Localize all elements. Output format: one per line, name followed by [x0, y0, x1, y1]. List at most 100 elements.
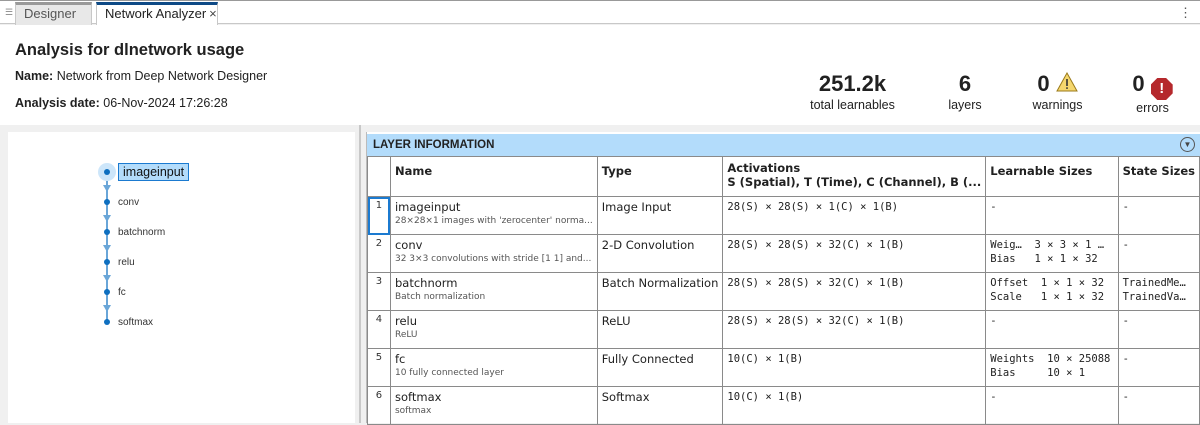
layer-name: relu [394, 314, 418, 328]
layer-name-cell[interactable]: conv 32 3×3 convolutions with stride [1 1… [389, 234, 598, 273]
graph-node-relu[interactable]: relu [118, 257, 135, 268]
learnable-sizes-cell[interactable]: - [985, 310, 1119, 349]
stat-errors[interactable]: 0 ! errors [1120, 71, 1185, 116]
column-header-type[interactable]: Type [596, 156, 724, 197]
state-sizes-cell[interactable]: - [1117, 234, 1200, 273]
row-index[interactable]: 3 [367, 272, 391, 311]
state-sizes-cell[interactable]: - [1117, 386, 1200, 425]
layer-type-cell[interactable]: Image Input [596, 196, 724, 235]
layer-type-cell[interactable]: Softmax [596, 386, 724, 425]
collapse-chevron-icon[interactable]: ▼ [1180, 137, 1195, 152]
activations-cell[interactable]: 28(S) × 28(S) × 32(C) × 1(B) [722, 234, 987, 273]
stat-warnings[interactable]: 0 warnings [1025, 71, 1090, 113]
row-index[interactable]: 6 [367, 386, 391, 425]
column-header-index[interactable] [367, 156, 391, 197]
tab-designer[interactable]: Designer [15, 2, 92, 25]
column-header-activations[interactable]: Activations S (Spatial), T (Time), C (Cha… [722, 156, 987, 197]
node-dot [104, 259, 110, 265]
activations-cell[interactable]: 28(S) × 28(S) × 32(C) × 1(B) [722, 272, 987, 311]
graph-node-batchnorm[interactable]: batchnorm [118, 227, 165, 238]
layer-type-cell[interactable]: 2-D Convolution [596, 234, 724, 273]
arrow-icon [103, 245, 111, 252]
layer-name-cell[interactable]: imageinput 28×28×1 images with 'zerocente… [389, 196, 598, 235]
activations-cell[interactable]: 28(S) × 28(S) × 1(C) × 1(B) [722, 196, 987, 235]
row-index[interactable]: 4 [367, 310, 391, 349]
date-label: Analysis date: [15, 96, 100, 110]
learnable-sizes-cell[interactable]: Offset 1 × 1 × 32 Scale 1 × 1 × 32 [985, 272, 1119, 311]
stat-layers: 6 layers [935, 71, 995, 113]
grip-icon[interactable]: ☰ [5, 7, 13, 18]
stat-label: total learnables [810, 98, 895, 112]
panel-splitter[interactable] [359, 125, 361, 423]
graph-node-conv[interactable]: conv [118, 197, 139, 208]
activations-cell[interactable]: 10(C) × 1(B) [722, 348, 987, 387]
row-index[interactable]: 2 [367, 234, 391, 273]
stat-value: 6 [958, 71, 972, 96]
state-sizes-cell[interactable]: TrainedMe… TrainedVa… [1117, 272, 1200, 311]
layer-name: imageinput [394, 200, 461, 214]
column-header-learnable-sizes[interactable]: Learnable Sizes [985, 156, 1119, 197]
layer-name-cell[interactable]: fc 10 fully connected layer [389, 348, 598, 387]
name-value: Network from Deep Network Designer [56, 69, 268, 83]
state-sizes-cell[interactable]: - [1117, 196, 1200, 235]
node-dot [104, 229, 110, 235]
table-row[interactable]: 4 relu ReLU ReLU 28(S) × 28(S) × 32(C) × … [367, 310, 1200, 349]
layer-name-cell[interactable]: softmax softmax [389, 386, 598, 425]
state-sizes-cell[interactable]: - [1117, 310, 1200, 349]
section-title: LAYER INFORMATION [373, 139, 495, 151]
stat-value: 0 [1132, 71, 1145, 96]
activations-cell[interactable]: 10(C) × 1(B) [722, 386, 987, 425]
layer-name-cell[interactable]: batchnorm Batch normalization [389, 272, 598, 311]
stat-label: errors [1136, 101, 1169, 115]
graph-node-fc[interactable]: fc [118, 287, 126, 298]
stat-value: 251.2k [818, 71, 887, 96]
layer-description: Batch normalization [394, 292, 486, 302]
table-row[interactable]: 3 batchnorm Batch normalization Batch Nor… [367, 272, 1200, 311]
graph-node-softmax[interactable]: softmax [118, 317, 153, 328]
close-icon[interactable]: × [209, 6, 217, 21]
column-header-name[interactable]: Name [389, 156, 598, 197]
row-index[interactable]: 1 [367, 196, 391, 235]
column-header-state-sizes[interactable]: State Sizes [1117, 156, 1200, 197]
tab-bar: ☰ Designer Network Analyzer × ⋮ [0, 0, 1200, 26]
tab-label: Network Analyzer [105, 6, 207, 21]
more-options-icon[interactable]: ⋮ [1179, 5, 1192, 21]
node-dot [104, 199, 110, 205]
section-header[interactable]: LAYER INFORMATION ▼ [367, 134, 1200, 156]
table-row[interactable]: 5 fc 10 fully connected layer Fully Conne… [367, 348, 1200, 387]
state-sizes-cell[interactable]: - [1117, 348, 1200, 387]
table-row[interactable]: 2 conv 32 3×3 convolutions with stride [1… [367, 234, 1200, 273]
tab-network-analyzer[interactable]: Network Analyzer × [96, 2, 218, 26]
name-label: Name: [15, 69, 54, 83]
table-row[interactable]: 6 softmax softmax Softmax 10(C) × 1(B) - … [367, 386, 1200, 425]
arrow-icon [103, 215, 111, 222]
date-value: 06-Nov-2024 17:26:28 [103, 96, 228, 110]
activations-title: Activations [727, 161, 801, 175]
stat-learnables: 251.2k total learnables [800, 71, 905, 113]
arrow-icon [103, 305, 111, 312]
table-row[interactable]: 1 imageinput 28×28×1 images with 'zerocen… [367, 196, 1200, 235]
activations-cell[interactable]: 28(S) × 28(S) × 32(C) × 1(B) [722, 310, 987, 349]
layer-description: softmax [394, 406, 432, 416]
stat-label: warnings [1032, 98, 1083, 112]
row-index[interactable]: 5 [367, 348, 391, 387]
arrow-icon [103, 185, 111, 192]
learnable-sizes-cell[interactable]: - [985, 386, 1119, 425]
layer-name-cell[interactable]: relu ReLU [389, 310, 598, 349]
learnable-sizes-cell[interactable]: Weig… 3 × 3 × 1 … Bias 1 × 1 × 32 [985, 234, 1119, 273]
error-icon: ! [1150, 78, 1173, 100]
node-dot [104, 289, 110, 295]
layer-description: 10 fully connected layer [394, 368, 504, 378]
activations-subtitle: S (Spatial), T (Time), C (Channel), B (.… [727, 175, 982, 189]
layer-name: batchnorm [394, 276, 458, 290]
layer-information-panel: LAYER INFORMATION ▼ Name Type Activations… [366, 132, 1200, 425]
node-dot [104, 319, 110, 325]
layer-type-cell[interactable]: Batch Normalization [596, 272, 724, 311]
graph-node-imageinput[interactable]: imageinput [118, 163, 190, 181]
layer-type-cell[interactable]: ReLU [596, 310, 724, 349]
layer-type-cell[interactable]: Fully Connected [596, 348, 724, 387]
learnable-sizes-cell[interactable]: Weights 10 × 25088 Bias 10 × 1 [985, 348, 1119, 387]
stat-value: 0 [1037, 71, 1050, 96]
learnable-sizes-cell[interactable]: - [985, 196, 1119, 235]
analysis-header: Analysis for dlnetwork usage Name: Netwo… [0, 25, 1200, 125]
